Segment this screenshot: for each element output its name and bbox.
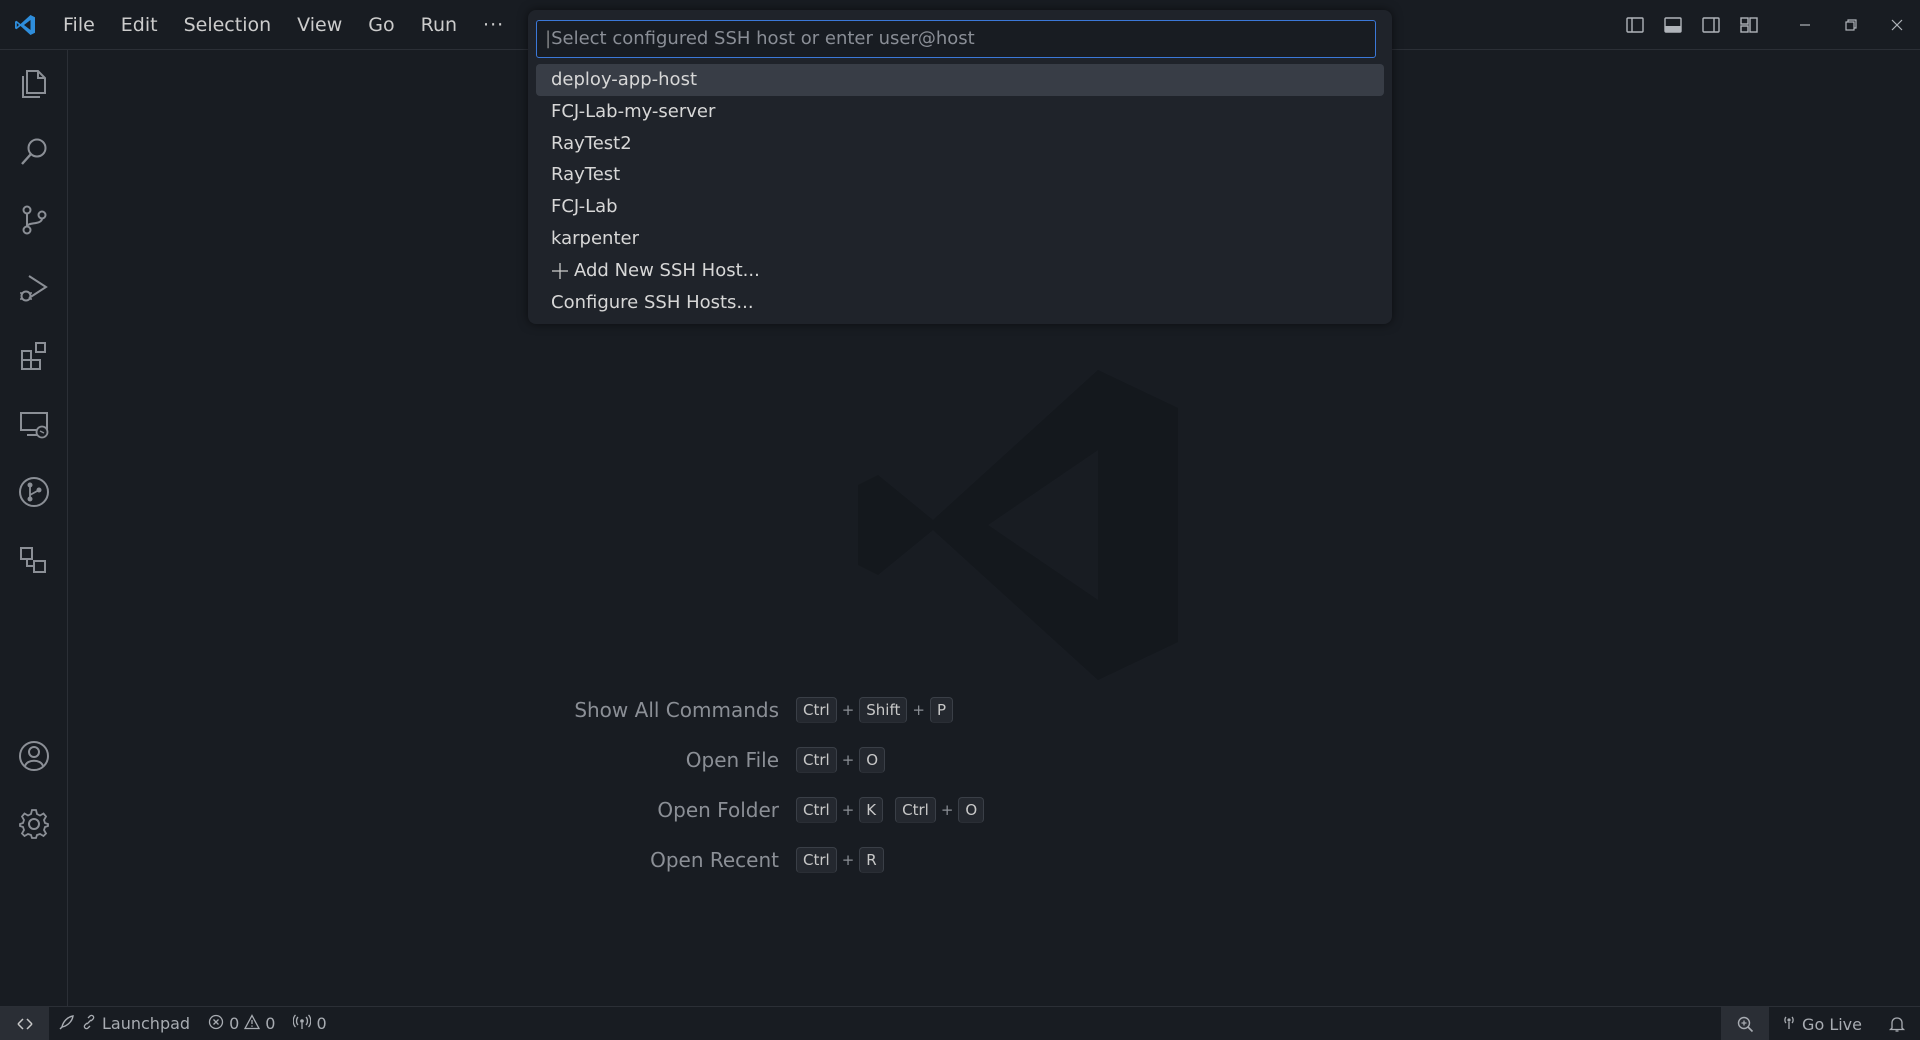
vscode-logo-icon bbox=[0, 0, 50, 50]
extensions-icon[interactable] bbox=[0, 322, 68, 390]
activity-bar bbox=[0, 50, 68, 1006]
key-cap: Ctrl bbox=[796, 697, 837, 723]
ssh-host-item[interactable]: deploy-app-host bbox=[536, 64, 1384, 96]
ssh-host-input-placeholder: Select configured SSH host or enter user… bbox=[551, 28, 975, 49]
plus-icon bbox=[551, 262, 569, 280]
menu-view[interactable]: View bbox=[284, 8, 355, 42]
search-icon[interactable] bbox=[0, 118, 68, 186]
key-plus: + bbox=[912, 701, 925, 719]
key-plus: + bbox=[841, 851, 855, 869]
key-cap: Ctrl bbox=[796, 747, 837, 773]
close-icon[interactable] bbox=[1874, 0, 1920, 50]
key-plus: + bbox=[841, 701, 855, 719]
add-new-ssh-host-item[interactable]: Add New SSH Host... bbox=[536, 255, 1384, 287]
key-cap: R bbox=[859, 847, 884, 873]
ports-button[interactable]: 0 bbox=[284, 1007, 335, 1040]
account-icon[interactable] bbox=[0, 722, 68, 790]
status-bar: Launchpad 0 0 0 Go Live bbox=[0, 1006, 1920, 1040]
error-count: 0 bbox=[229, 1014, 240, 1033]
aws-toolkit-icon[interactable] bbox=[0, 526, 68, 594]
git-graph-icon[interactable] bbox=[0, 458, 68, 526]
key-plus: + bbox=[841, 751, 855, 769]
ports-count: 0 bbox=[316, 1014, 327, 1033]
files-icon[interactable] bbox=[0, 50, 68, 118]
add-new-ssh-host-label: Add New SSH Host... bbox=[574, 259, 760, 281]
menu-more-button[interactable]: ··· bbox=[470, 8, 517, 42]
rocket-icon bbox=[58, 1013, 76, 1035]
toggle-secondary-sidebar-icon[interactable] bbox=[1692, 6, 1730, 44]
notifications-bell-icon[interactable] bbox=[1874, 1007, 1920, 1040]
key-cap: K bbox=[859, 797, 884, 823]
source-control-icon[interactable] bbox=[0, 186, 68, 254]
minimize-icon[interactable] bbox=[1782, 0, 1828, 50]
key-cap: Ctrl bbox=[796, 847, 837, 873]
remote-indicator-icon[interactable] bbox=[0, 1006, 49, 1040]
menu-bar: File Edit Selection View Go Run ··· bbox=[50, 0, 517, 50]
ssh-host-input[interactable]: |Select configured SSH host or enter use… bbox=[536, 20, 1376, 58]
problems-button[interactable]: 0 0 bbox=[199, 1007, 284, 1040]
ssh-host-item[interactable]: FCJ-Lab-my-server bbox=[536, 96, 1384, 128]
key-plus: + bbox=[940, 801, 954, 819]
customize-layout-icon[interactable] bbox=[1730, 6, 1768, 44]
warning-icon bbox=[244, 1013, 261, 1034]
restore-icon[interactable] bbox=[1828, 0, 1874, 50]
menu-selection[interactable]: Selection bbox=[171, 8, 285, 42]
broadcast-icon bbox=[1781, 1014, 1797, 1034]
ssh-host-item[interactable]: RayTest2 bbox=[536, 128, 1384, 160]
status-bar-right: Go Live bbox=[1721, 1007, 1920, 1040]
ssh-host-list: deploy-app-host FCJ-Lab-my-server RayTes… bbox=[536, 64, 1384, 318]
broadcast-icon bbox=[293, 1014, 312, 1034]
settings-gear-icon[interactable] bbox=[0, 790, 68, 858]
menu-file[interactable]: File bbox=[50, 8, 108, 42]
shortcut-label: Open File bbox=[685, 748, 779, 772]
toggle-panel-icon[interactable] bbox=[1654, 6, 1692, 44]
zoom-icon[interactable] bbox=[1721, 1007, 1770, 1040]
key-cap: O bbox=[958, 797, 985, 823]
shortcut-show-all-commands: Show All Commands Ctrl + Shift + P bbox=[490, 695, 954, 725]
shortcut-open-recent: Open Recent Ctrl + R bbox=[490, 845, 884, 875]
ssh-host-item[interactable]: RayTest bbox=[536, 159, 1384, 191]
launchpad-button[interactable]: Launchpad bbox=[49, 1007, 199, 1040]
launchpad-label: Launchpad bbox=[102, 1014, 191, 1033]
ssh-host-item[interactable]: FCJ-Lab bbox=[536, 191, 1384, 223]
key-cap: O bbox=[859, 747, 886, 773]
shortcut-open-file: Open File Ctrl + O bbox=[490, 745, 886, 775]
shortcut-label: Open Recent bbox=[650, 848, 779, 872]
key-plus: + bbox=[841, 801, 855, 819]
warning-count: 0 bbox=[265, 1014, 276, 1033]
shortcut-open-folder: Open Folder Ctrl + K Ctrl + O bbox=[490, 795, 985, 825]
configure-ssh-hosts-item[interactable]: Configure SSH Hosts... bbox=[536, 287, 1384, 319]
go-live-button[interactable]: Go Live bbox=[1769, 1007, 1874, 1040]
key-cap: P bbox=[929, 697, 954, 723]
menu-run[interactable]: Run bbox=[408, 8, 470, 42]
key-cap: Shift bbox=[859, 697, 908, 723]
remote-explorer-icon[interactable] bbox=[0, 390, 68, 458]
menu-go[interactable]: Go bbox=[355, 8, 407, 42]
ssh-host-quick-pick: |Select configured SSH host or enter use… bbox=[528, 10, 1392, 324]
title-bar-controls bbox=[1616, 0, 1920, 50]
error-icon bbox=[208, 1014, 224, 1034]
vscode-watermark-icon bbox=[848, 370, 1268, 684]
shortcut-label: Show All Commands bbox=[574, 698, 779, 722]
toggle-primary-sidebar-icon[interactable] bbox=[1616, 6, 1654, 44]
go-live-label: Go Live bbox=[1802, 1014, 1862, 1034]
link-icon bbox=[81, 1014, 97, 1034]
key-cap: Ctrl bbox=[895, 797, 936, 823]
run-debug-icon[interactable] bbox=[0, 254, 68, 322]
shortcut-label: Open Folder bbox=[657, 798, 779, 822]
ssh-host-item[interactable]: karpenter bbox=[536, 223, 1384, 255]
menu-edit[interactable]: Edit bbox=[108, 8, 171, 42]
key-cap: Ctrl bbox=[796, 797, 837, 823]
